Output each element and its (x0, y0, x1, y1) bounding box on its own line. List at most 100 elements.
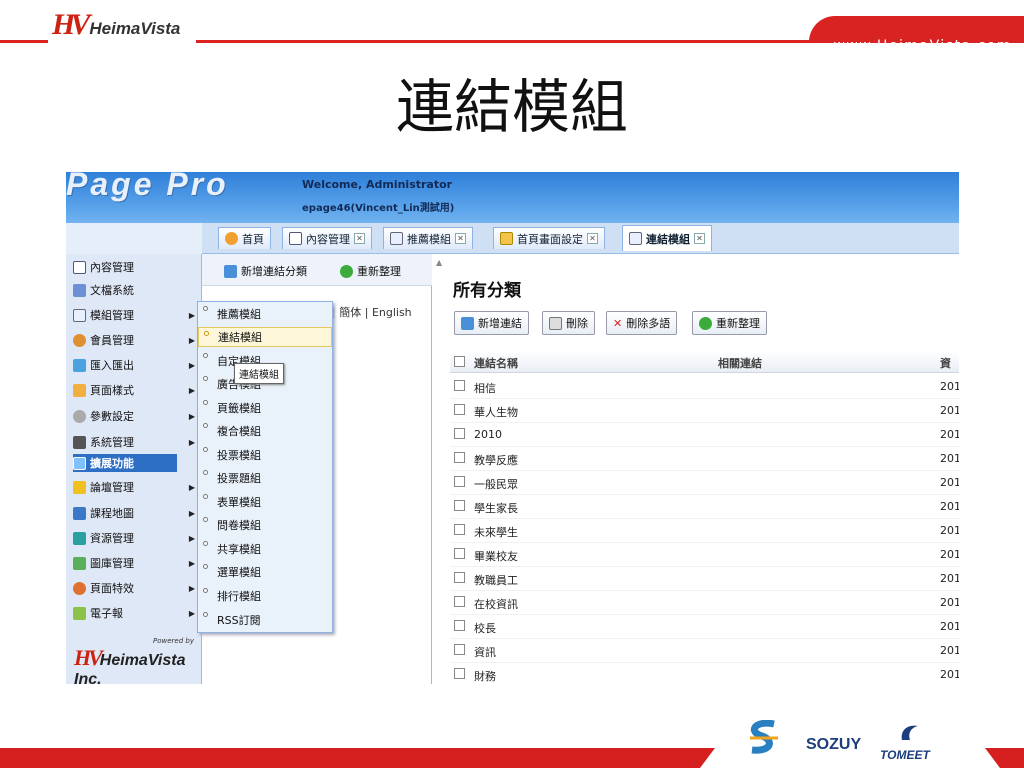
link-name[interactable]: 未來學生 (474, 524, 518, 540)
table-row[interactable]: 教職員工 201 (450, 567, 959, 591)
module-submenu: 推薦模組 連結模組 自定模組 廣告模組 頁籤模組 複合模組 投票模組 投票題組 … (197, 301, 333, 633)
sidebar-item-style[interactable]: 頁面樣式 ▶ (73, 379, 197, 401)
sidebar-item-member[interactable]: 會員管理 ▶ (73, 329, 197, 351)
s-logo-icon (750, 719, 778, 754)
submenu-item[interactable]: 投票模組 (198, 444, 332, 466)
refresh-list-button[interactable]: 重新整理 (692, 311, 767, 335)
sidebar-item-newsletter[interactable]: 電子報 ▶ (73, 602, 197, 624)
sidebar-item-forum[interactable]: 論壇管理 ▶ (73, 476, 197, 498)
sidebar-item-content[interactable]: 內容管理 (73, 256, 197, 278)
table-row[interactable]: 畢業校友 201 (450, 543, 959, 567)
table-row[interactable]: 資訊 201 (450, 639, 959, 663)
sidebar-item-extend[interactable]: 擴展功能 (73, 454, 177, 472)
table-row[interactable]: 未來學生 201 (450, 519, 959, 543)
row-checkbox[interactable] (454, 404, 465, 415)
sidebar-item-docs[interactable]: 文檔系統 (73, 279, 197, 301)
submenu-item[interactable]: 問卷模組 (198, 514, 332, 536)
close-icon[interactable]: ✕ (354, 233, 365, 244)
link-name[interactable]: 畢業校友 (474, 548, 518, 564)
row-checkbox[interactable] (454, 596, 465, 607)
row-checkbox[interactable] (454, 476, 465, 487)
submenu-item[interactable]: 表單模組 (198, 491, 332, 513)
delete-multilang-button[interactable]: ✕ 刪除多語 (606, 311, 678, 335)
sidebar-item-label: 頁面樣式 (90, 384, 134, 397)
table-row[interactable]: 2010 201 (450, 423, 959, 447)
link-name[interactable]: 資訊 (474, 644, 496, 660)
submenu-item[interactable]: 頁籤模組 (198, 397, 332, 419)
tab-link-module[interactable]: 連結模組 ✕ (622, 225, 712, 251)
category-toolbar: 新增連結分類 重新整理 (202, 254, 432, 286)
lang-english-link[interactable]: English (372, 306, 412, 319)
sidebar-item-module[interactable]: 模組管理 ▶ (73, 304, 197, 326)
row-checkbox[interactable] (454, 380, 465, 391)
button-label: 新增連結 (478, 317, 522, 330)
link-name[interactable]: 一般民眾 (474, 476, 518, 492)
submenu-item[interactable]: 投票題組 (198, 467, 332, 489)
bullet-icon (203, 588, 208, 593)
add-category-button[interactable]: 新增連結分類 (224, 263, 307, 279)
close-icon[interactable]: ✕ (587, 233, 598, 244)
table-row[interactable]: 在校資訊 201 (450, 591, 959, 615)
tab-content[interactable]: 內容管理 ✕ (282, 227, 372, 249)
sidebar-item-gallery[interactable]: 圖庫管理 ▶ (73, 552, 197, 574)
link-name[interactable]: 2010 (474, 428, 502, 441)
submenu-item[interactable]: 選單模組 (198, 561, 332, 583)
submenu-item[interactable]: 推薦模組 (198, 303, 332, 325)
sidebar-item-resource[interactable]: 資源管理 ▶ (73, 527, 197, 549)
row-checkbox[interactable] (454, 452, 465, 463)
submenu-item[interactable]: 排行模組 (198, 585, 332, 607)
submenu-item-active[interactable]: 連結模組 (198, 327, 332, 347)
sidebar-item-import[interactable]: 匯入匯出 ▶ (73, 354, 197, 376)
row-checkbox[interactable] (454, 524, 465, 535)
link-name[interactable]: 在校資訊 (474, 596, 518, 612)
collapse-up-icon[interactable]: ▲ (436, 258, 442, 267)
link-name[interactable]: 教職員工 (474, 572, 518, 588)
tab-home[interactable]: 首頁 (218, 227, 271, 249)
row-date: 201 (940, 476, 959, 489)
row-checkbox[interactable] (454, 644, 465, 655)
delete-button[interactable]: 刪除 (542, 311, 595, 335)
refresh-button[interactable]: 重新整理 (340, 263, 401, 279)
row-checkbox[interactable] (454, 572, 465, 583)
submenu-item[interactable]: 共享模組 (198, 538, 332, 560)
row-checkbox[interactable] (454, 500, 465, 511)
select-all-checkbox[interactable] (454, 356, 465, 367)
sidebar-item-effect[interactable]: 頁面特效 ▶ (73, 577, 197, 599)
table-row[interactable]: 相信 201 (450, 375, 959, 399)
column-header-related[interactable]: 相關連結 (718, 355, 762, 371)
sidebar-item-settings[interactable]: 參數設定 ▶ (73, 405, 197, 427)
bullet-icon (203, 612, 208, 617)
column-header-name[interactable]: 連結名稱 (474, 355, 518, 371)
table-row[interactable]: 華人生物 201 (450, 399, 959, 423)
tab-layout[interactable]: 首頁畫面設定 ✕ (493, 227, 605, 249)
powered-logo: HVHeimaVista Inc. (74, 645, 200, 684)
lang-simplified-link[interactable]: 簡体 (339, 306, 361, 319)
link-name[interactable]: 校長 (474, 620, 496, 636)
header-url-tab: www.HeimaVista.com (809, 16, 1024, 54)
row-checkbox[interactable] (454, 620, 465, 631)
close-icon[interactable]: ✕ (694, 233, 705, 244)
table-row[interactable]: 教學反應 201 (450, 447, 959, 471)
table-row[interactable]: 財務 201 (450, 663, 959, 684)
table-row[interactable]: 一般民眾 201 (450, 471, 959, 495)
link-name[interactable]: 財務 (474, 668, 496, 684)
row-checkbox[interactable] (454, 428, 465, 439)
table-row[interactable]: 校長 201 (450, 615, 959, 639)
sidebar-item-course[interactable]: 課程地圖 ▶ (73, 502, 197, 524)
sidebar-item-system[interactable]: 系統管理 ▶ (73, 431, 197, 453)
link-name[interactable]: 華人生物 (474, 404, 518, 420)
welcome-text: Welcome, Administrator (302, 178, 453, 191)
link-name[interactable]: 教學反應 (474, 452, 518, 468)
add-link-button[interactable]: 新增連結 (454, 311, 529, 335)
link-name[interactable]: 學生家長 (474, 500, 518, 516)
table-row[interactable]: 學生家長 201 (450, 495, 959, 519)
submenu-item[interactable]: 複合模組 (198, 420, 332, 442)
layout-icon (500, 232, 513, 245)
column-header-date[interactable]: 資 (940, 355, 951, 371)
row-checkbox[interactable] (454, 668, 465, 679)
close-icon[interactable]: ✕ (455, 233, 466, 244)
link-name[interactable]: 相信 (474, 380, 496, 396)
tab-recommend[interactable]: 推薦模組 ✕ (383, 227, 473, 249)
submenu-item[interactable]: RSS訂閱 (198, 609, 332, 631)
row-checkbox[interactable] (454, 548, 465, 559)
